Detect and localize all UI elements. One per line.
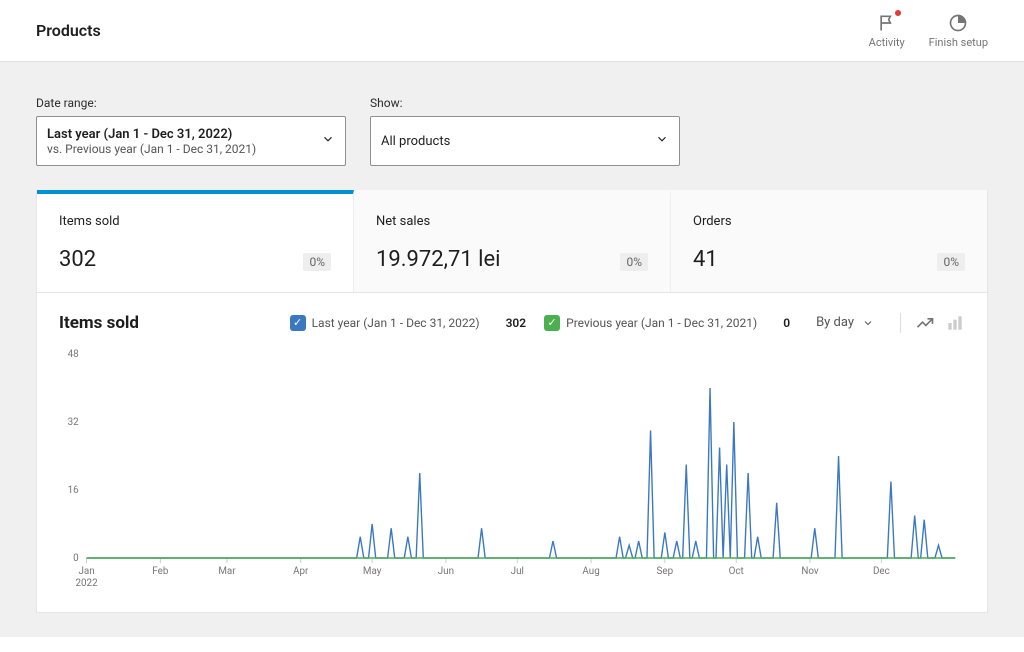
card-net-sales[interactable]: Net sales 19.972,71 lei 0% — [354, 190, 671, 292]
chart-panel: ✓ Last year (Jan 1 - Dec 31, 2022) 302 ✓… — [36, 293, 988, 613]
svg-text:Mar: Mar — [218, 566, 236, 577]
show-value: All products — [381, 134, 450, 149]
progress-icon — [947, 12, 969, 34]
chart-type-icons — [900, 313, 965, 333]
date-range-main: Last year (Jan 1 - Dec 31, 2022) — [47, 127, 256, 142]
checkbox-icon: ✓ — [544, 315, 560, 331]
svg-text:Oct: Oct — [729, 566, 744, 577]
card-title: Orders — [693, 214, 965, 229]
legend-value: 0 — [783, 316, 790, 330]
metric-cards: Items sold 302 0% Net sales 19.972,71 le… — [36, 190, 988, 293]
topbar: Products Activity Finish setup — [0, 0, 1024, 62]
checkbox-icon: ✓ — [290, 315, 306, 331]
show-label: Show: — [370, 96, 680, 110]
bar-chart-icon[interactable] — [945, 313, 965, 333]
chart-area: 0 16 32 48 Jan Feb Mar Apr May Jun Jul Aug Sep Oct Nov… — [59, 348, 965, 588]
svg-text:Aug: Aug — [582, 566, 599, 577]
legend-value: 302 — [506, 316, 527, 330]
page-title: Products — [36, 21, 101, 40]
svg-text:Jun: Jun — [438, 566, 454, 577]
filters-row: Date range: Last year (Jan 1 - Dec 31, 2… — [36, 96, 988, 166]
legend-last-year[interactable]: ✓ Last year (Jan 1 - Dec 31, 2022) 302 — [290, 315, 527, 331]
card-delta: 0% — [620, 253, 648, 271]
svg-text:Jan: Jan — [78, 566, 94, 577]
svg-text:16: 16 — [68, 485, 79, 496]
card-orders[interactable]: Orders 41 0% — [671, 190, 987, 292]
svg-text:2022: 2022 — [76, 578, 99, 588]
card-delta: 0% — [303, 253, 331, 271]
svg-text:Dec: Dec — [873, 566, 890, 577]
svg-text:Feb: Feb — [152, 566, 168, 577]
legend-label: Previous year (Jan 1 - Dec 31, 2021) — [566, 316, 757, 330]
content: Date range: Last year (Jan 1 - Dec 31, 2… — [0, 62, 1024, 637]
legend-label: Last year (Jan 1 - Dec 31, 2022) — [312, 316, 480, 330]
notification-dot — [895, 10, 901, 16]
date-range-select[interactable]: Last year (Jan 1 - Dec 31, 2022) vs. Pre… — [36, 116, 346, 166]
card-delta: 0% — [937, 253, 965, 271]
finish-setup-button[interactable]: Finish setup — [929, 12, 988, 49]
granularity-select[interactable]: By day — [808, 311, 882, 334]
card-value: 19.972,71 lei — [376, 247, 501, 272]
topbar-actions: Activity Finish setup — [869, 12, 988, 49]
show-select[interactable]: All products — [370, 116, 680, 166]
card-items-sold[interactable]: Items sold 302 0% — [37, 190, 354, 292]
svg-text:48: 48 — [68, 349, 79, 360]
activity-label: Activity — [869, 36, 905, 49]
chevron-down-icon — [655, 132, 669, 150]
granularity-label: By day — [816, 315, 854, 330]
card-title: Net sales — [376, 214, 648, 229]
chevron-down-icon — [862, 317, 874, 329]
date-range-label: Date range: — [36, 96, 346, 110]
chart-header: ✓ Last year (Jan 1 - Dec 31, 2022) 302 ✓… — [59, 311, 965, 334]
svg-text:0: 0 — [73, 553, 79, 564]
date-range-filter: Date range: Last year (Jan 1 - Dec 31, 2… — [36, 96, 346, 166]
svg-text:Sep: Sep — [657, 566, 674, 577]
svg-text:Nov: Nov — [801, 566, 819, 577]
show-filter: Show: All products — [370, 96, 680, 166]
line-chart: 0 16 32 48 Jan Feb Mar Apr May Jun Jul Aug Sep Oct Nov… — [59, 348, 965, 588]
svg-text:Jul: Jul — [511, 566, 524, 577]
flag-icon — [876, 12, 898, 34]
card-value: 41 — [693, 247, 718, 272]
svg-text:May: May — [363, 566, 382, 577]
chart-title: Items sold — [59, 313, 139, 333]
legend-previous-year[interactable]: ✓ Previous year (Jan 1 - Dec 31, 2021) 0 — [544, 315, 790, 331]
activity-button[interactable]: Activity — [869, 12, 905, 49]
finish-setup-label: Finish setup — [929, 36, 988, 49]
card-title: Items sold — [59, 214, 331, 229]
card-value: 302 — [59, 247, 96, 272]
svg-text:32: 32 — [68, 417, 79, 428]
date-range-sub: vs. Previous year (Jan 1 - Dec 31, 2021) — [47, 142, 256, 156]
line-chart-icon[interactable] — [915, 313, 935, 333]
chevron-down-icon — [321, 132, 335, 150]
svg-text:Apr: Apr — [293, 566, 309, 577]
